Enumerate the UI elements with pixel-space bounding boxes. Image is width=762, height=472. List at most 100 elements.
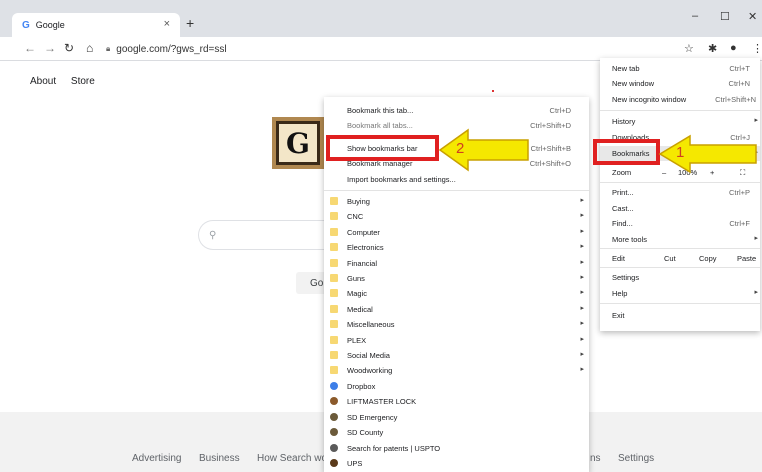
menu-item-shortcut: Ctrl+D: [549, 106, 571, 115]
bookmark-link-liftmaster-lock[interactable]: LIFTMASTER LOCK: [324, 394, 589, 409]
menu-item-settings[interactable]: Settings: [600, 270, 760, 285]
bookmark-folder-miscellaneous[interactable]: Miscellaneous ▸: [324, 317, 589, 332]
folder-icon: [330, 289, 338, 298]
forward-arrow-icon[interactable]: →: [44, 41, 56, 55]
step-number-1: 1: [676, 144, 685, 161]
address-bar[interactable]: 🔒︎ google.com/?gws_rd=ssl: [106, 40, 636, 58]
cut-button[interactable]: Cut: [664, 254, 676, 263]
menu-item-label: Miscellaneous: [347, 320, 395, 330]
store-link[interactable]: Store: [71, 76, 95, 87]
menu-item-shortcut: Ctrl+Shift+N: [715, 95, 756, 104]
folder-icon: [330, 243, 338, 252]
close-window-button[interactable]: ✕: [748, 10, 757, 23]
menu-item-label: New tab: [612, 64, 640, 73]
bookmark-link-search-for-patents-uspto[interactable]: Search for patents | USPTO: [324, 441, 589, 456]
footer-how-search-works-link[interactable]: How Search wo: [257, 453, 327, 464]
menu-item-shortcut: Ctrl+Shift+B: [530, 144, 571, 153]
menu-kebab-icon[interactable]: ⋮: [752, 42, 762, 55]
bookmark-folder-electronics[interactable]: Electronics ▸: [324, 240, 589, 255]
about-link[interactable]: About: [30, 76, 56, 87]
extensions-icon[interactable]: ✱: [708, 42, 717, 55]
liftmaster-icon: [330, 397, 338, 406]
bookmark-folder-social-media[interactable]: Social Media ▸: [324, 348, 589, 363]
bookmark-folder-medical[interactable]: Medical ▸: [324, 302, 589, 317]
back-arrow-icon[interactable]: ←: [24, 41, 36, 55]
menu-item-cast[interactable]: Cast...: [600, 201, 760, 216]
bookmark-folder-magic[interactable]: Magic ▸: [324, 286, 589, 301]
menu-item-print[interactable]: Print... Ctrl+P: [600, 185, 760, 200]
tab-strip: G Google × + – ☐ ✕: [0, 0, 762, 37]
chevron-right-icon: ▸: [580, 258, 584, 266]
menu-item-label: History: [612, 117, 636, 126]
menu-item-shortcut: Ctrl+P: [728, 188, 750, 197]
new-tab-button[interactable]: +: [186, 15, 194, 31]
menu-item-shortcut: Ctrl+F: [729, 219, 750, 228]
menu-item-new-tab[interactable]: New tab Ctrl+T: [600, 61, 760, 76]
minimize-button[interactable]: –: [692, 10, 698, 22]
chevron-right-icon: ▸: [754, 235, 758, 242]
bookmark-link-sd-emergency[interactable]: SD Emergency: [324, 410, 589, 425]
maximize-button[interactable]: ☐: [720, 10, 730, 23]
footer-business-link[interactable]: Business: [199, 453, 240, 464]
menu-item-new-window[interactable]: New window Ctrl+N: [600, 76, 760, 91]
copy-button[interactable]: Copy: [699, 254, 717, 263]
doodle-letter: G: [279, 124, 317, 162]
chevron-right-icon: ▸: [580, 351, 584, 358]
footer-terms-link[interactable]: ns: [590, 453, 601, 464]
menu-item-more-tools[interactable]: More tools ▸: [600, 232, 760, 247]
globe-icon: [330, 428, 338, 437]
menu-item-label: Cast...: [612, 204, 634, 213]
folder-icon: [330, 320, 338, 329]
tab-title: Google: [35, 20, 65, 30]
chevron-right-icon: ▸: [754, 289, 758, 296]
menu-item-label: New window: [612, 79, 655, 88]
home-icon[interactable]: ⌂: [86, 41, 93, 55]
chevron-right-icon: ▸: [580, 197, 584, 204]
bookmark-folder-plex[interactable]: PLEX ▸: [324, 333, 589, 348]
bookmark-link-sd-county[interactable]: SD County: [324, 425, 589, 440]
menu-item-label: Social Media: [347, 351, 390, 360]
chevron-right-icon: ▸: [580, 366, 584, 374]
menu-divider: [600, 182, 760, 183]
bookmark-link-ups[interactable]: UPS: [324, 456, 589, 471]
menu-item-label: Import bookmarks and settings...: [347, 175, 456, 184]
folder-icon: [330, 366, 338, 375]
reload-icon[interactable]: ↻: [64, 41, 74, 55]
bookmark-folder-woodworking[interactable]: Woodworking ▸: [324, 363, 589, 378]
menu-item-help[interactable]: Help ▸: [600, 286, 760, 301]
google-doodle[interactable]: G: [272, 117, 324, 169]
menu-item-label: Bookmark all tabs...: [347, 121, 413, 130]
patent-icon: [330, 443, 338, 452]
menu-item-label: LIFTMASTER LOCK: [347, 397, 417, 407]
menu-item-history[interactable]: History ▸: [600, 114, 760, 129]
footer-advertising-link[interactable]: Advertising: [132, 453, 181, 464]
menu-item-label: Buying: [347, 197, 370, 206]
menu-item-edit: Edit Cut Copy Paste: [600, 251, 760, 266]
search-icon: ⚲: [209, 229, 217, 241]
bookmark-folder-financial[interactable]: Financial ▸: [324, 256, 589, 271]
menu-item-exit[interactable]: Exit: [600, 308, 760, 323]
bookmark-this-tab-item[interactable]: Bookmark this tab... Ctrl+D: [324, 103, 589, 118]
menu-item-find[interactable]: Find... Ctrl+F: [600, 216, 760, 231]
star-icon[interactable]: ☆: [684, 42, 694, 55]
paste-button[interactable]: Paste: [737, 254, 756, 263]
profile-avatar-icon[interactable]: ●: [730, 42, 737, 54]
footer-settings-link[interactable]: Settings: [618, 453, 654, 464]
bookmark-link-dropbox[interactable]: Dropbox: [324, 379, 589, 394]
import-bookmarks-item[interactable]: Import bookmarks and settings...: [324, 172, 589, 187]
ups-icon: [330, 459, 338, 467]
menu-item-label: Magic: [347, 289, 368, 299]
bookmark-folder-cnc[interactable]: CNC ▸: [324, 209, 589, 224]
folder-icon: [330, 304, 338, 313]
close-icon[interactable]: ×: [164, 18, 170, 30]
bookmark-folder-buying[interactable]: Buying ▸: [324, 194, 589, 209]
menu-item-shortcut: Ctrl+T: [729, 64, 750, 73]
tab-google[interactable]: G Google ×: [12, 13, 180, 37]
bookmark-folder-guns[interactable]: Guns ▸: [324, 271, 589, 286]
menu-item-new-incognito-window[interactable]: New incognito window Ctrl+Shift+N: [600, 92, 760, 107]
menu-item-label: Edit: [612, 254, 625, 263]
search-input[interactable]: ⚲: [198, 220, 338, 250]
chevron-right-icon: ▸: [580, 304, 584, 312]
menu-item-label: More tools: [612, 235, 648, 244]
bookmark-folder-computer[interactable]: Computer ▸: [324, 225, 589, 240]
